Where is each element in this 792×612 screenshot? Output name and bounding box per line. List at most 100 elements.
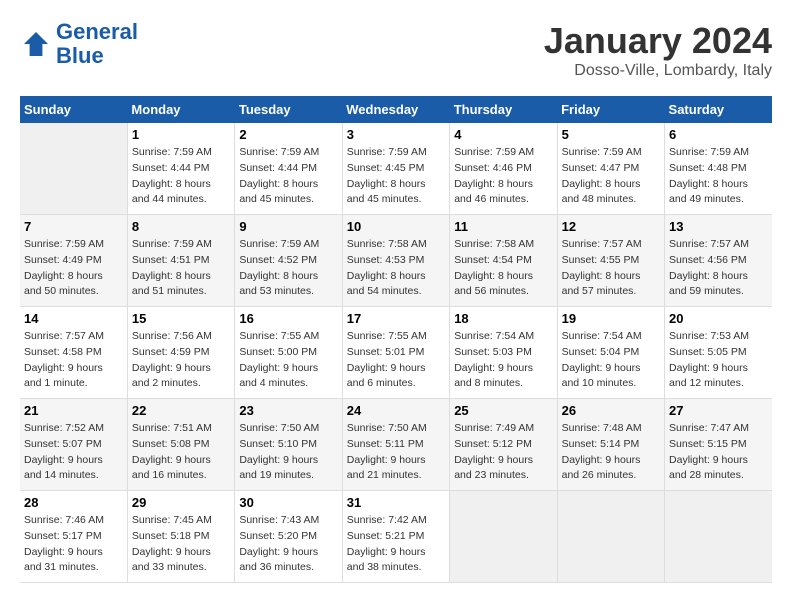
day-number: 7 [24, 219, 123, 234]
calendar-cell: 14Sunrise: 7:57 AMSunset: 4:58 PMDayligh… [20, 307, 127, 399]
day-number: 9 [239, 219, 337, 234]
calendar-cell [20, 123, 127, 215]
calendar-cell: 29Sunrise: 7:45 AMSunset: 5:18 PMDayligh… [127, 491, 234, 583]
week-row-4: 21Sunrise: 7:52 AMSunset: 5:07 PMDayligh… [20, 399, 772, 491]
calendar-cell: 11 Sunrise: 7:58 AMSunset: 4:54 PMDayligh… [450, 215, 557, 307]
location-subtitle: Dosso-Ville, Lombardy, Italy [544, 62, 772, 80]
day-number: 31 [347, 495, 445, 510]
day-info: Sunrise: 7:51 AMSunset: 5:08 PMDaylight:… [132, 421, 230, 484]
day-info: Sunrise: 7:48 AMSunset: 5:14 PMDaylight:… [562, 421, 660, 484]
calendar-table: SundayMondayTuesdayWednesdayThursdayFrid… [20, 96, 772, 583]
day-number: 15 [132, 311, 230, 326]
day-number: 18 [454, 311, 552, 326]
day-number: 12 [562, 219, 660, 234]
calendar-cell: 22 Sunrise: 7:51 AMSunset: 5:08 PMDayligh… [127, 399, 234, 491]
week-row-1: 1 Sunrise: 7:59 AMSunset: 4:44 PMDaylight… [20, 123, 772, 215]
day-info: Sunrise: 7:50 AMSunset: 5:11 PMDaylight:… [347, 421, 445, 484]
week-row-5: 28 Sunrise: 7:46 AMSunset: 5:17 PMDayligh… [20, 491, 772, 583]
day-info: Sunrise: 7:59 AMSunset: 4:51 PMDaylight:… [132, 237, 230, 300]
calendar-cell: 5 Sunrise: 7:59 AMSunset: 4:47 PMDaylight… [557, 123, 664, 215]
day-number: 29 [132, 495, 230, 510]
calendar-cell: 1 Sunrise: 7:59 AMSunset: 4:44 PMDaylight… [127, 123, 234, 215]
calendar-cell: 31 Sunrise: 7:42 AMSunset: 5:21 PMDayligh… [342, 491, 449, 583]
day-number: 1 [132, 127, 230, 142]
calendar-cell: 12Sunrise: 7:57 AMSunset: 4:55 PMDayligh… [557, 215, 664, 307]
day-info: Sunrise: 7:58 AMSunset: 4:53 PMDaylight:… [347, 237, 445, 300]
calendar-header-sunday: Sunday [20, 96, 127, 123]
calendar-header-tuesday: Tuesday [235, 96, 342, 123]
calendar-cell [450, 491, 557, 583]
day-number: 2 [239, 127, 337, 142]
day-info: Sunrise: 7:59 AMSunset: 4:48 PMDaylight:… [669, 145, 768, 208]
calendar-header-friday: Friday [557, 96, 664, 123]
week-row-2: 7Sunrise: 7:59 AMSunset: 4:49 PMDaylight… [20, 215, 772, 307]
calendar-cell: 18 Sunrise: 7:54 AMSunset: 5:03 PMDayligh… [450, 307, 557, 399]
calendar-cell: 26Sunrise: 7:48 AMSunset: 5:14 PMDayligh… [557, 399, 664, 491]
calendar-cell: 28 Sunrise: 7:46 AMSunset: 5:17 PMDayligh… [20, 491, 127, 583]
day-number: 20 [669, 311, 768, 326]
day-info: Sunrise: 7:58 AMSunset: 4:54 PMDaylight:… [454, 237, 552, 300]
day-info: Sunrise: 7:50 AMSunset: 5:10 PMDaylight:… [239, 421, 337, 484]
calendar-cell: 25Sunrise: 7:49 AMSunset: 5:12 PMDayligh… [450, 399, 557, 491]
logo-line1: General [56, 19, 138, 44]
day-info: Sunrise: 7:57 AMSunset: 4:58 PMDaylight:… [24, 329, 123, 392]
page-header: General Blue January 2024 Dosso-Ville, L… [20, 20, 772, 80]
calendar-cell: 7Sunrise: 7:59 AMSunset: 4:49 PMDaylight… [20, 215, 127, 307]
day-number: 24 [347, 403, 445, 418]
day-number: 30 [239, 495, 337, 510]
logo-line2: Blue [56, 43, 104, 68]
day-info: Sunrise: 7:43 AMSunset: 5:20 PMDaylight:… [239, 513, 337, 576]
day-info: Sunrise: 7:49 AMSunset: 5:12 PMDaylight:… [454, 421, 552, 484]
calendar-cell: 21Sunrise: 7:52 AMSunset: 5:07 PMDayligh… [20, 399, 127, 491]
logo-text: General Blue [56, 20, 138, 68]
calendar-header-saturday: Saturday [665, 96, 772, 123]
calendar-cell: 27 Sunrise: 7:47 AMSunset: 5:15 PMDayligh… [665, 399, 772, 491]
day-info: Sunrise: 7:59 AMSunset: 4:44 PMDaylight:… [239, 145, 337, 208]
calendar-header-thursday: Thursday [450, 96, 557, 123]
calendar-header-monday: Monday [127, 96, 234, 123]
day-info: Sunrise: 7:59 AMSunset: 4:45 PMDaylight:… [347, 145, 445, 208]
day-number: 27 [669, 403, 768, 418]
day-number: 21 [24, 403, 123, 418]
calendar-cell: 24 Sunrise: 7:50 AMSunset: 5:11 PMDayligh… [342, 399, 449, 491]
day-number: 4 [454, 127, 552, 142]
day-info: Sunrise: 7:47 AMSunset: 5:15 PMDaylight:… [669, 421, 768, 484]
day-number: 22 [132, 403, 230, 418]
day-info: Sunrise: 7:55 AMSunset: 5:01 PMDaylight:… [347, 329, 445, 392]
calendar-cell: 2 Sunrise: 7:59 AMSunset: 4:44 PMDaylight… [235, 123, 342, 215]
logo-icon [20, 28, 52, 60]
day-number: 16 [239, 311, 337, 326]
calendar-cell: 23Sunrise: 7:50 AMSunset: 5:10 PMDayligh… [235, 399, 342, 491]
calendar-cell: 13Sunrise: 7:57 AMSunset: 4:56 PMDayligh… [665, 215, 772, 307]
calendar-cell: 15 Sunrise: 7:56 AMSunset: 4:59 PMDayligh… [127, 307, 234, 399]
calendar-body: 1 Sunrise: 7:59 AMSunset: 4:44 PMDaylight… [20, 123, 772, 583]
day-info: Sunrise: 7:54 AMSunset: 5:04 PMDaylight:… [562, 329, 660, 392]
week-row-3: 14Sunrise: 7:57 AMSunset: 4:58 PMDayligh… [20, 307, 772, 399]
day-number: 5 [562, 127, 660, 142]
title-block: January 2024 Dosso-Ville, Lombardy, Ital… [544, 20, 772, 80]
calendar-cell: 20Sunrise: 7:53 AMSunset: 5:05 PMDayligh… [665, 307, 772, 399]
calendar-header-wednesday: Wednesday [342, 96, 449, 123]
calendar-cell: 9 Sunrise: 7:59 AMSunset: 4:52 PMDaylight… [235, 215, 342, 307]
day-number: 13 [669, 219, 768, 234]
day-number: 11 [454, 219, 552, 234]
day-info: Sunrise: 7:42 AMSunset: 5:21 PMDaylight:… [347, 513, 445, 576]
calendar-header-row: SundayMondayTuesdayWednesdayThursdayFrid… [20, 96, 772, 123]
day-number: 8 [132, 219, 230, 234]
day-info: Sunrise: 7:55 AMSunset: 5:00 PMDaylight:… [239, 329, 337, 392]
calendar-cell: 30 Sunrise: 7:43 AMSunset: 5:20 PMDayligh… [235, 491, 342, 583]
month-title: January 2024 [544, 20, 772, 62]
day-info: Sunrise: 7:56 AMSunset: 4:59 PMDaylight:… [132, 329, 230, 392]
day-info: Sunrise: 7:54 AMSunset: 5:03 PMDaylight:… [454, 329, 552, 392]
day-number: 17 [347, 311, 445, 326]
day-number: 28 [24, 495, 123, 510]
calendar-cell: 8 Sunrise: 7:59 AMSunset: 4:51 PMDaylight… [127, 215, 234, 307]
calendar-cell: 4Sunrise: 7:59 AMSunset: 4:46 PMDaylight… [450, 123, 557, 215]
day-number: 10 [347, 219, 445, 234]
day-info: Sunrise: 7:59 AMSunset: 4:52 PMDaylight:… [239, 237, 337, 300]
calendar-cell: 19Sunrise: 7:54 AMSunset: 5:04 PMDayligh… [557, 307, 664, 399]
day-info: Sunrise: 7:46 AMSunset: 5:17 PMDaylight:… [24, 513, 123, 576]
calendar-cell [557, 491, 664, 583]
day-info: Sunrise: 7:59 AMSunset: 4:44 PMDaylight:… [132, 145, 230, 208]
day-info: Sunrise: 7:59 AMSunset: 4:47 PMDaylight:… [562, 145, 660, 208]
